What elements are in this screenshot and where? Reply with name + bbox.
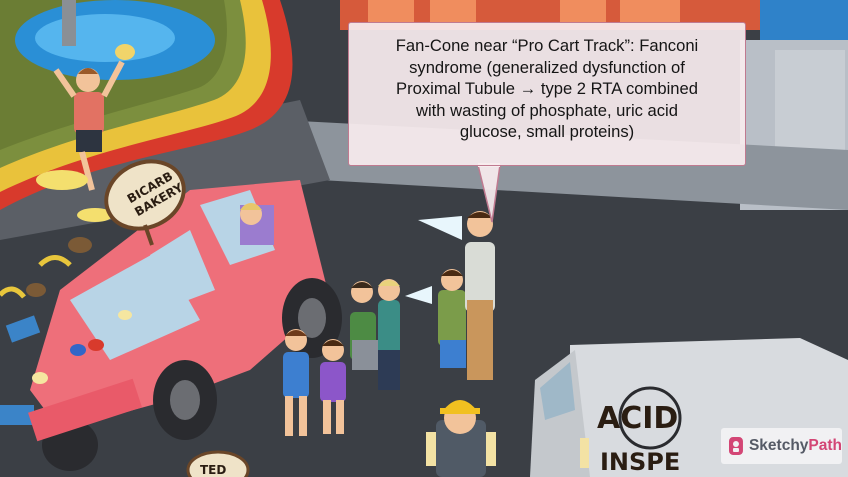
sketchypath-watermark: SketchyPath xyxy=(721,428,842,464)
illustration-scene: BICARB BAKERY TED ACID INSPE Fan-Cone ne… xyxy=(0,0,848,477)
brand-name-part2: Path xyxy=(808,437,842,454)
annotation-callout: Fan-Cone near “Pro Cart Track”: Fanconi … xyxy=(348,22,746,166)
callout-line-3: Proximal Tubule → type 2 RTA combined xyxy=(396,79,698,99)
callout-line-5: glucose, small proteins) xyxy=(459,122,635,142)
callout-line-4: with wasting of phosphate, uric acid xyxy=(416,100,678,120)
sketchy-logo-icon xyxy=(728,437,743,455)
brand-name: SketchyPath xyxy=(749,437,842,455)
brand-name-part1: Sketchy xyxy=(748,437,809,454)
callout-line-2: syndrome (generalized dysfunction of xyxy=(409,57,685,77)
bottom-sign-text: TED xyxy=(200,463,226,477)
truck-text-line1: ACID xyxy=(597,401,678,436)
truck-text-line2: INSPE xyxy=(600,448,680,476)
callout-line-1: Fan-Cone near “Pro Cart Track”: Fanconi xyxy=(395,36,699,55)
